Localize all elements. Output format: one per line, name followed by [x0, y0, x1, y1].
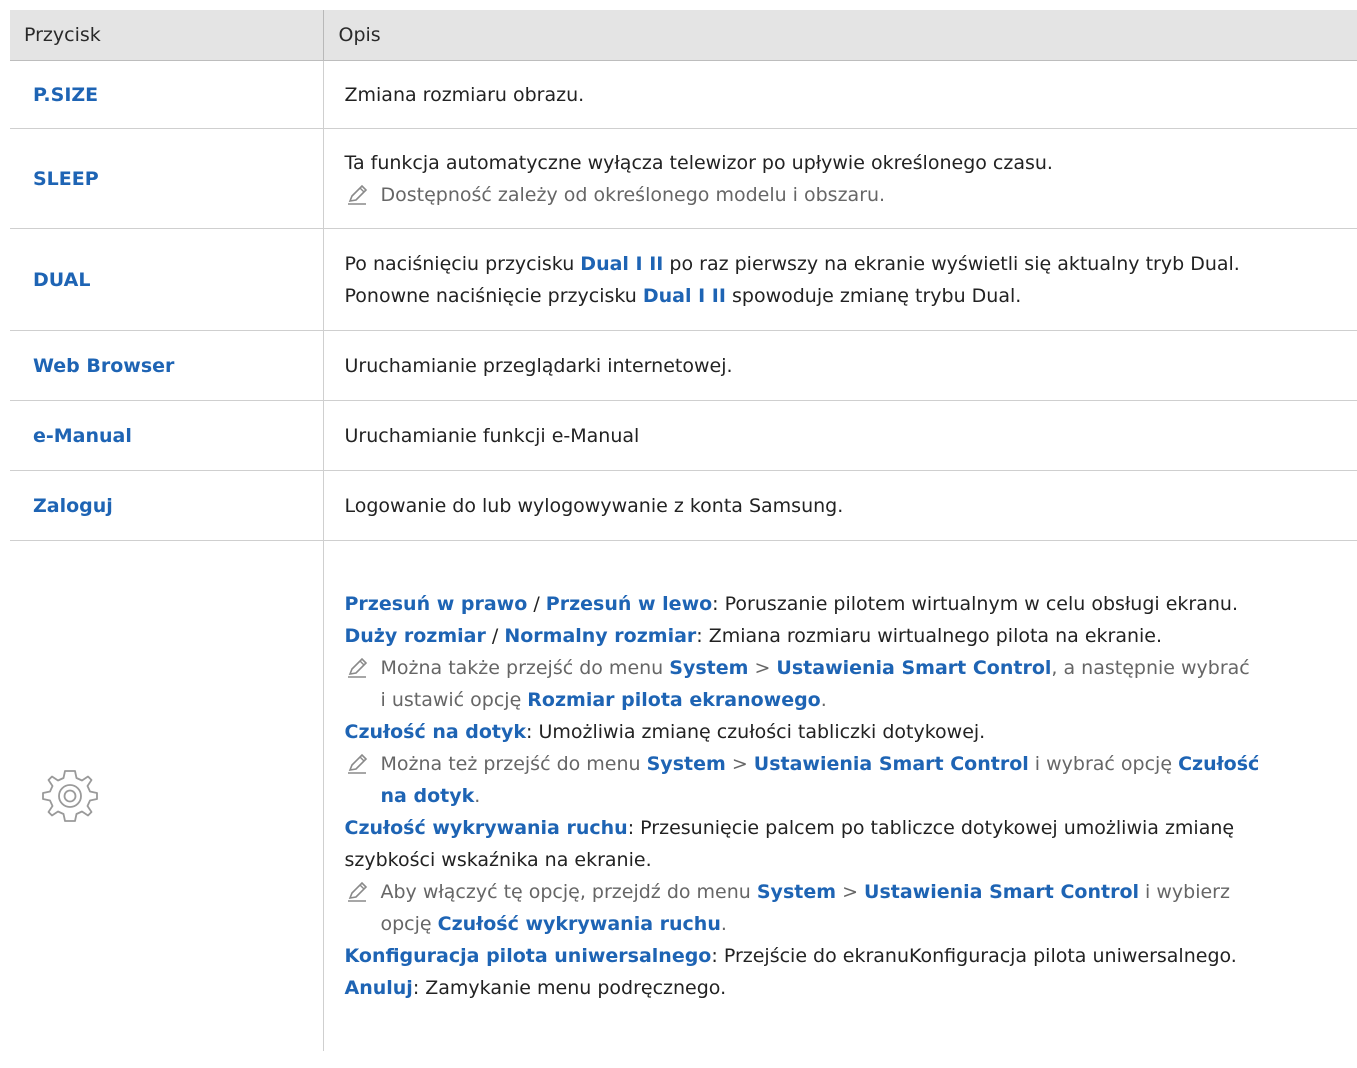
button-icon-cell	[10, 541, 323, 1051]
description-line: Czułość na dotyk: Umożliwia zmianę czuło…	[345, 716, 1352, 748]
description-line: Duży rozmiar / Normalny rozmiar: Zmiana …	[345, 620, 1352, 652]
button-description: Uruchamianie przeglądarki internetowej.	[322, 330, 1357, 401]
highlight-term: Ustawienia Smart Control	[776, 656, 1052, 679]
button-description: Zmiana rozmiaru obrazu.	[322, 60, 1357, 129]
text: >	[748, 656, 777, 679]
note-line: i ustawić opcję Rozmiar pilota ekranoweg…	[381, 684, 1352, 716]
text: : Przesunięcie palcem po tabliczce dotyk…	[627, 816, 1235, 839]
gear-icon	[42, 769, 98, 822]
note-line: Można także przejść do menu System > Ust…	[381, 652, 1352, 684]
table-header-row: Przycisk Opis	[10, 10, 1357, 61]
description-line: Konfiguracja pilota uniwersalnego: Przej…	[345, 940, 1352, 972]
pencil-icon	[347, 657, 367, 678]
pencil-icon	[347, 881, 367, 902]
button-name: DUAL	[10, 228, 323, 331]
description-line: Przesuń w prawo / Przesuń w lewo: Porusz…	[345, 588, 1352, 620]
highlight-term: Czułość wykrywania ruchu	[437, 912, 721, 935]
text: >	[836, 880, 865, 903]
highlight-term: Normalny rozmiar	[504, 624, 697, 647]
highlight-term: Przesuń w lewo	[545, 592, 713, 615]
description-line: Po naciśnięciu przycisku Dual I II po ra…	[345, 248, 1352, 280]
text: po raz pierwszy na ekranie wyświetli się…	[663, 252, 1240, 275]
text: : Umożliwia zmianę czułości tabliczki do…	[526, 720, 986, 743]
highlight-term: System	[756, 880, 837, 903]
table-row: e-Manual Uruchamianie funkcji e-Manual	[10, 400, 1357, 471]
button-name: e-Manual	[10, 400, 323, 471]
header-button-column: Przycisk	[10, 10, 323, 61]
description-line: szybkości wskaźnika na ekranie.	[344, 848, 652, 871]
text: : Zmiana rozmiaru wirtualnego pilota na …	[696, 624, 1163, 647]
highlight-term: Czułość na dotyk	[344, 720, 527, 743]
note: Można także przejść do menu System > Ust…	[345, 652, 1352, 716]
description-line: Anuluj: Zamykanie menu podręcznego.	[345, 972, 1352, 1004]
note-line: opcję Czułość wykrywania ruchu.	[381, 908, 1352, 940]
highlight-term: Ustawienia Smart Control	[753, 752, 1029, 775]
highlight-term: System	[646, 752, 726, 775]
note-line: Można też przejść do menu System > Ustaw…	[381, 748, 1352, 780]
button-description: Uruchamianie funkcji e-Manual	[322, 400, 1357, 471]
note: Można też przejść do menu System > Ustaw…	[345, 748, 1352, 812]
table-row: SLEEP Ta funkcja automatyczne wyłącza te…	[10, 128, 1357, 229]
table-row: Przesuń w prawo / Przesuń w lewo: Porusz…	[10, 540, 1357, 1051]
text: >	[725, 752, 754, 775]
highlight-term: Czułość	[1178, 752, 1260, 775]
button-name: Zaloguj	[10, 470, 323, 541]
table-row: P.SIZE Zmiana rozmiaru obrazu.	[10, 60, 1357, 129]
note-line: Aby włączyć tę opcję, przejdź do menu Sy…	[381, 876, 1352, 908]
button-description-table: Przycisk Opis P.SIZE Zmiana rozmiaru obr…	[10, 10, 1357, 1051]
text: Ponowne naciśnięcie przycisku	[344, 284, 643, 307]
text: Można także przejść do menu	[380, 656, 670, 679]
text: : Poruszanie pilotem wirtualnym w celu o…	[712, 592, 1238, 615]
highlight-term: Dual I II	[580, 252, 664, 275]
note: Dostępność zależy od określonego modelu …	[345, 179, 1352, 211]
highlight-term: Czułość wykrywania ruchu	[344, 816, 628, 839]
highlight-term: Duży rozmiar	[344, 624, 486, 647]
table-row: Zaloguj Logowanie do lub wylogowywanie z…	[10, 470, 1357, 541]
text: .	[720, 912, 727, 935]
button-name: Web Browser	[10, 330, 323, 401]
highlight-term: Rozmiar pilota ekranowego	[527, 688, 821, 711]
description-text: Ta funkcja automatyczne wyłącza telewizo…	[344, 151, 1053, 174]
highlight-term: System	[669, 656, 749, 679]
highlight-term: Dual I II	[642, 284, 726, 307]
note-line: na dotyk.	[381, 780, 1352, 812]
text: opcję	[380, 912, 438, 935]
highlight-term: na dotyk	[380, 784, 475, 807]
note-text: Dostępność zależy od określonego modelu …	[380, 183, 886, 206]
text: /	[527, 592, 546, 615]
text: spowoduje zmianę trybu Dual.	[725, 284, 1022, 307]
text: /	[485, 624, 505, 647]
button-name: P.SIZE	[10, 60, 323, 129]
highlight-term: Konfiguracja pilota uniwersalnego	[344, 944, 712, 967]
description-line: Ponowne naciśnięcie przycisku Dual I II …	[345, 280, 1352, 312]
text: : Zamykanie menu podręcznego.	[412, 976, 727, 999]
text: .	[820, 688, 827, 711]
text: .	[474, 784, 481, 807]
button-name: SLEEP	[10, 128, 323, 229]
text: Po naciśnięciu przycisku	[344, 252, 581, 275]
text: Można też przejść do menu	[380, 752, 647, 775]
text: i wybierz	[1139, 880, 1230, 903]
description-line: Czułość wykrywania ruchu: Przesunięcie p…	[345, 812, 1352, 844]
text: i ustawić opcję	[380, 688, 528, 711]
highlight-term: Ustawienia Smart Control	[864, 880, 1140, 903]
button-description: Przesuń w prawo / Przesuń w lewo: Porusz…	[322, 540, 1357, 1051]
button-description: Po naciśnięciu przycisku Dual I II po ra…	[322, 228, 1357, 331]
pencil-icon	[347, 184, 367, 205]
text: Aby włączyć tę opcję, przejdź do menu	[380, 880, 757, 903]
button-description: Ta funkcja automatyczne wyłącza telewizo…	[322, 128, 1357, 229]
note: Aby włączyć tę opcję, przejdź do menu Sy…	[345, 876, 1352, 940]
button-description: Logowanie do lub wylogowywanie z konta S…	[322, 470, 1357, 541]
header-description-column: Opis	[322, 10, 1357, 61]
table-row: Web Browser Uruchamianie przeglądarki in…	[10, 330, 1357, 401]
text: , a następnie wybrać	[1051, 656, 1250, 679]
table-row: DUAL Po naciśnięciu przycisku Dual I II …	[10, 228, 1357, 331]
text: i wybrać opcję	[1028, 752, 1179, 775]
highlight-term: Anuluj	[344, 976, 413, 999]
pencil-icon	[347, 753, 367, 774]
text: : Przejście do ekranuKonfiguracja pilota…	[711, 944, 1237, 967]
highlight-term: Przesuń w prawo	[344, 592, 528, 615]
